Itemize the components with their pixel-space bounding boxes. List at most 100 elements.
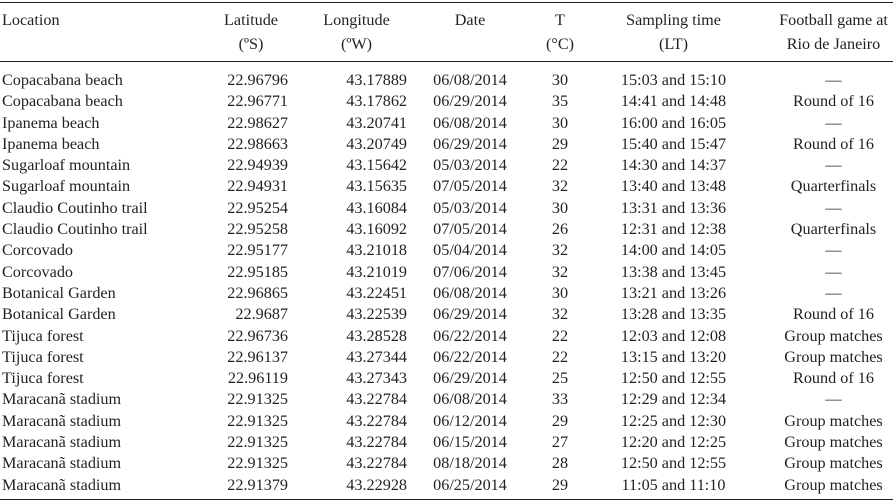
cell-temperature: 27: [551, 433, 569, 452]
cell-latitude: 22.95185: [227, 262, 288, 281]
cell-latitude: 22.96137: [227, 347, 288, 366]
cell-longitude: 43.27344: [346, 347, 407, 366]
cell-longitude: 43.22784: [346, 454, 407, 473]
header-sampling-time: Sampling time (LT): [626, 11, 721, 53]
cell-temperature: 32: [551, 241, 569, 260]
cell-date: 06/29/2014: [433, 369, 507, 388]
cell-football-game: Round of 16: [793, 369, 874, 388]
cell-date: 06/29/2014: [433, 305, 507, 324]
cell-latitude: 22.91325: [227, 454, 288, 473]
cell-date: 07/06/2014: [433, 262, 507, 281]
cell-location: Maracanã stadium: [2, 454, 122, 473]
cell-date: 06/25/2014: [433, 475, 507, 494]
cell-location: Copacabana beach: [2, 92, 123, 111]
sampling-sites-table: Location Latitude (ºS) Longitude (ºW) Da…: [0, 8, 893, 496]
cell-sampling-time: 15:40 and 15:47: [620, 134, 727, 153]
cell-latitude: 22.91325: [227, 411, 288, 430]
cell-sampling-time: 12:03 and 12:08: [620, 326, 727, 345]
cell-date: 07/05/2014: [433, 177, 507, 196]
cell-sampling-time: 12:20 and 12:25: [620, 433, 727, 452]
table-bottom-rule: [0, 499, 893, 500]
cell-location: Ipanema beach: [2, 113, 100, 132]
cell-longitude: 43.16092: [346, 220, 407, 239]
cell-football-game: —: [825, 262, 842, 281]
table-row: Copacabana beach 22.96771 43.17862 06/29/20…: [0, 91, 893, 112]
cell-location: Maracanã stadium: [2, 411, 122, 430]
cell-longitude: 43.15642: [346, 156, 407, 175]
header-latitude: Latitude (ºS): [224, 11, 278, 53]
cell-location: Ipanema beach: [2, 134, 100, 153]
cell-football-game: Group matches: [784, 326, 883, 345]
cell-latitude: 22.91325: [227, 433, 288, 452]
cell-location: Maracanã stadium: [2, 433, 122, 452]
cell-longitude: 43.22539: [346, 305, 407, 324]
cell-football-game: —: [825, 283, 842, 302]
cell-longitude: 43.27343: [346, 369, 407, 388]
table-row: Claudio Coutinho trail 22.95254 43.16084 05…: [0, 198, 893, 219]
cell-temperature: 22: [551, 326, 569, 345]
cell-longitude: 43.22451: [346, 283, 407, 302]
cell-sampling-time: 13:28 and 13:35: [620, 305, 727, 324]
cell-location: Corcovado: [2, 262, 74, 281]
table-row: Ipanema beach 22.98627 43.20741 06/08/2014 3…: [0, 113, 893, 134]
header-longitude: Longitude (ºW): [323, 11, 390, 53]
cell-sampling-time: 12:29 and 12:34: [620, 390, 727, 409]
cell-latitude: 22.95258: [227, 220, 288, 239]
cell-latitude: 22.98627: [227, 113, 288, 132]
header-temperature: T (°C): [545, 11, 575, 53]
cell-date: 06/08/2014: [433, 71, 507, 89]
cell-longitude: 43.22784: [346, 433, 407, 452]
cell-sampling-time: 13:38 and 13:45: [620, 262, 727, 281]
table-row: Maracanã stadium 22.91325 43.22784 06/08/20…: [0, 389, 893, 410]
cell-football-game: —: [825, 113, 842, 132]
table-row: Maracanã stadium 22.91379 43.22928 06/25/20…: [0, 475, 893, 496]
table-row: Maracanã stadium 22.91325 43.22784 06/12/20…: [0, 411, 893, 432]
cell-temperature: 32: [551, 262, 569, 281]
cell-longitude: 43.22928: [346, 475, 407, 494]
cell-location: Claudio Coutinho trail: [2, 198, 148, 217]
cell-latitude: 22.91379: [227, 475, 288, 494]
cell-sampling-time: 12:31 and 12:38: [620, 220, 727, 239]
cell-date: 08/18/2014: [433, 454, 507, 473]
table-row: Maracanã stadium 22.91325 43.22784 08/18/20…: [0, 453, 893, 474]
cell-longitude: 43.17889: [346, 71, 407, 89]
sampling-sites-table-figure: Location Latitude (ºS) Longitude (ºW) Da…: [0, 0, 893, 504]
cell-date: 05/03/2014: [433, 198, 507, 217]
cell-location: Sugarloaf mountain: [2, 177, 131, 196]
cell-latitude: 22.96736: [227, 326, 288, 345]
cell-sampling-time: 15:03 and 15:10: [620, 71, 727, 89]
cell-football-game: Group matches: [784, 347, 883, 366]
cell-location: Claudio Coutinho trail: [2, 220, 148, 239]
cell-latitude: 22.98663: [227, 134, 288, 153]
cell-latitude: 22.94931: [227, 177, 288, 196]
cell-sampling-time: 13:31 and 13:36: [620, 198, 727, 217]
cell-location: Tijuca forest: [2, 369, 84, 388]
cell-longitude: 43.15635: [346, 177, 407, 196]
cell-football-game: Group matches: [784, 454, 883, 473]
cell-date: 06/22/2014: [433, 347, 507, 366]
header-location: Location: [2, 11, 60, 29]
cell-temperature: 29: [551, 475, 569, 494]
cell-temperature: 25: [551, 369, 569, 388]
cell-football-game: Group matches: [784, 411, 883, 430]
cell-football-game: —: [825, 156, 842, 175]
cell-football-game: Quarterfinals: [790, 220, 877, 239]
cell-football-game: —: [825, 71, 842, 89]
cell-location: Botanical Garden: [2, 283, 116, 302]
cell-longitude: 43.16084: [346, 198, 407, 217]
cell-date: 05/03/2014: [433, 156, 507, 175]
cell-longitude: 43.22784: [346, 411, 407, 430]
table-row: Botanical Garden 22.96865 43.22451 06/08/20…: [0, 283, 893, 304]
cell-date: 07/05/2014: [433, 220, 507, 239]
cell-football-game: Group matches: [784, 433, 883, 452]
cell-sampling-time: 13:21 and 13:26: [620, 283, 727, 302]
table-row: Tijuca forest 22.96736 43.28528 06/22/2014 2…: [0, 326, 893, 347]
table-body: Copacabana beach 22.96796 43.17889 06/08/20…: [0, 61, 893, 496]
cell-longitude: 43.21018: [346, 241, 407, 260]
cell-football-game: Round of 16: [793, 92, 874, 111]
cell-date: 06/08/2014: [433, 113, 507, 132]
cell-latitude: 22.9687: [235, 305, 288, 324]
cell-sampling-time: 14:00 and 14:05: [620, 241, 727, 260]
cell-latitude: 22.95254: [227, 198, 288, 217]
cell-latitude: 22.91325: [227, 390, 288, 409]
